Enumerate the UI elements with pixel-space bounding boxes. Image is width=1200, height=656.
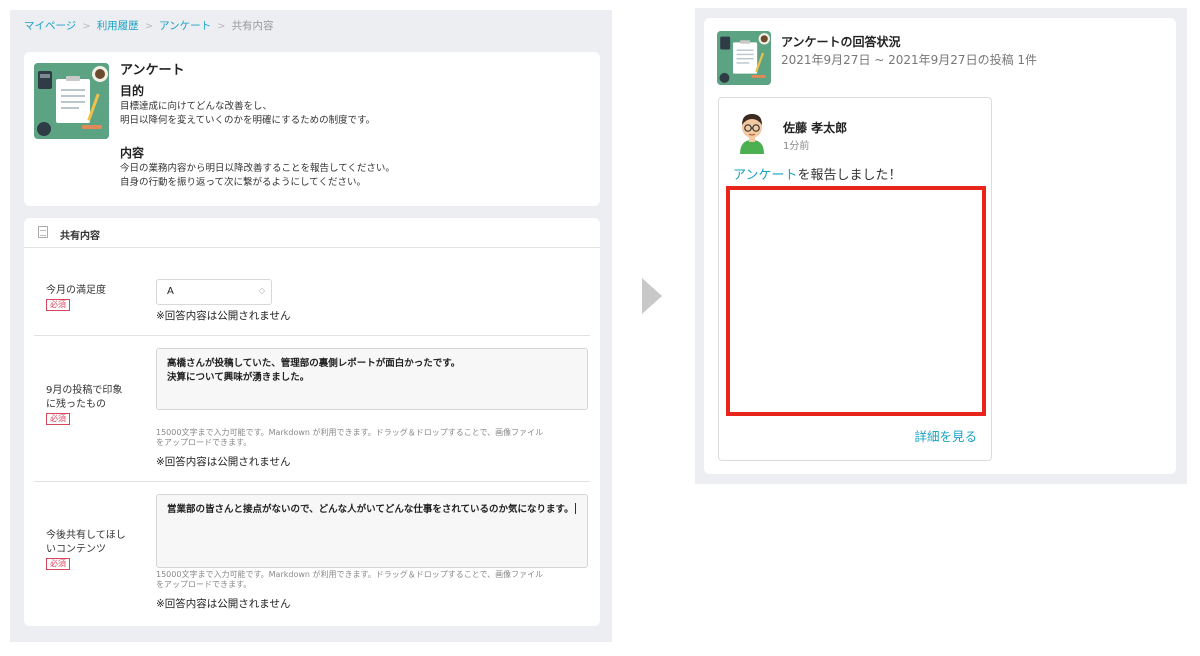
text-cursor [574,503,576,514]
survey-info-card: アンケート 目的 目標達成に向けてどんな改善をし、 明日以降何を変えていくのかを… [24,52,600,206]
survey-detail-panel: マイページ > 利用履歴 > アンケート > 共有内容 アンケート 目的 目標達… [10,10,612,642]
field-label-satisfaction: 今月の満足度 必須 [46,284,136,312]
post-message-text: を報告しました！ [797,168,902,183]
survey-clipboard-illustration [717,31,771,85]
required-badge: 必須 [46,413,70,425]
breadcrumb-mypage[interactable]: マイページ [24,20,76,32]
field-label-text: 今後共有してほし [46,530,126,541]
breadcrumb-current: 共有内容 [231,20,274,32]
document-icon [38,226,48,238]
survey-thumbnail [717,31,771,85]
content-line: 今日の業務内容から明日以降改善することを報告してください。 [120,163,395,174]
status-title: アンケートの回答状況 [781,35,901,49]
survey-link[interactable]: アンケート [733,168,797,183]
privacy-notice: ※回答内容は公開されません [156,598,291,610]
field-label-text: 今月の満足度 [46,285,106,296]
input-hint: 15000文字まで入力可能です。Markdown が利用できます。ドラッグ＆ドロ… [156,570,596,590]
post-timestamp: 1分前 [783,141,810,152]
survey-status-panel: アンケートの回答状況 2021年9月27日 ~ 2021年9月27日の投稿 1件… [695,8,1187,484]
purpose-title: 目的 [120,84,145,98]
survey-thumbnail [34,63,109,139]
hint-line: をアップロードできます。 [156,438,252,447]
breadcrumb-separator: > [217,21,226,32]
purpose-line: 目標達成に向けてどんな改善をし、 [120,101,273,112]
breadcrumb-separator: > [82,21,91,32]
status-card: アンケートの回答状況 2021年9月27日 ~ 2021年9月27日の投稿 1件… [704,18,1176,474]
breadcrumb-separator: > [144,21,154,32]
view-details-link[interactable]: 詳細を見る [914,426,977,445]
privacy-notice: ※回答内容は公開されません [156,456,291,468]
textarea-line: 決算について興味が湧きました。 [167,372,310,383]
post-message: アンケートを報告しました！ [733,164,902,183]
impression-textarea[interactable]: 高橋さんが投稿していた、管理部の裏側レポートが面白かったです。 決算について興味… [156,348,588,410]
breadcrumb: マイページ > 利用履歴 > アンケート > 共有内容 [24,18,274,33]
field-label-requests: 今後共有してほし いコンテンツ 必須 [46,529,136,571]
user-avatar-illustration [740,114,764,154]
avatar[interactable] [736,110,768,154]
content-title: 内容 [120,146,145,160]
author-name[interactable]: 佐藤 孝太郎 [783,119,847,136]
survey-title: アンケート [120,63,185,78]
textarea-line: 営業部の皆さんと接点がないので、どんな人がいてどんな仕事をされているのか気になり… [167,504,574,515]
content-line: 自身の行動を振り返って次に繋がるようにしてください。 [120,177,366,188]
field-label-text: 9月の投稿で印象 [46,385,123,396]
row-divider [34,335,590,336]
requests-textarea[interactable]: 営業部の皆さんと接点がないので、どんな人がいてどんな仕事をされているのか気になり… [156,494,588,568]
input-hint: 15000文字まで入力可能です。Markdown が利用できます。ドラッグ＆ドロ… [156,428,596,448]
hint-line: をアップロードできます。 [156,580,252,589]
status-subtitle: 2021年9月27日 ~ 2021年9月27日の投稿 1件 [781,53,1038,67]
breadcrumb-history[interactable]: 利用履歴 [97,20,139,32]
survey-clipboard-illustration [34,63,109,139]
row-divider [34,481,590,482]
breadcrumb-survey[interactable]: アンケート [159,20,211,32]
arrow-right-icon [642,278,662,314]
purpose-line: 明日以降何を変えていくのかを明確にするための制度です。 [120,115,376,126]
hint-line: 15000文字まで入力可能です。Markdown が利用できます。ドラッグ＆ドロ… [156,570,544,579]
post-card: 佐藤 孝太郎 1分前 アンケートを報告しました！ 詳細を見る [718,97,992,461]
required-badge: 必須 [46,299,70,311]
select-value: A [167,286,174,297]
satisfaction-select[interactable]: A ◇ [156,279,272,305]
field-label-text: に残ったもの [46,399,106,410]
field-label-impression: 9月の投稿で印象 に残ったもの 必須 [46,384,136,426]
form-header: 共有内容 [24,218,600,248]
required-badge: 必須 [46,558,70,570]
field-label-text: いコンテンツ [46,544,106,555]
form-header-title: 共有内容 [60,231,100,242]
privacy-notice: ※回答内容は公開されません [156,310,291,322]
textarea-line: 高橋さんが投稿していた、管理部の裏側レポートが面白かったです。 [167,358,461,369]
shared-content-form: 共有内容 今月の満足度 必須 A ◇ ※回答内容は公開されません 9月の投稿で印… [24,218,600,626]
highlight-box [726,186,986,416]
hint-line: 15000文字まで入力可能です。Markdown が利用できます。ドラッグ＆ドロ… [156,428,544,437]
chevron-down-icon: ◇ [258,286,265,295]
